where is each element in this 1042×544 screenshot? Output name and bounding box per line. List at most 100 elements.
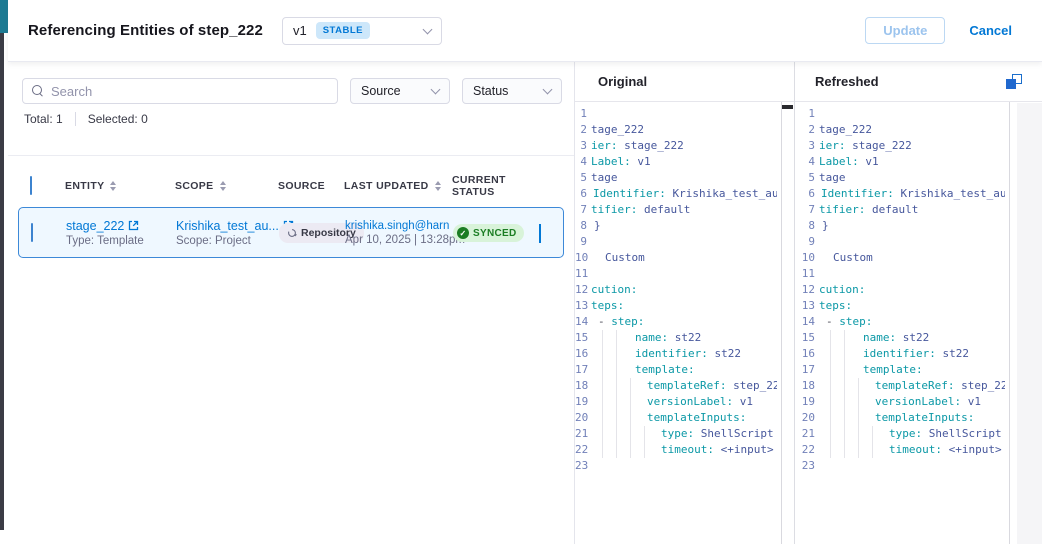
line-content: name: st22 <box>819 330 1005 346</box>
chevron-right-icon[interactable] <box>539 224 541 243</box>
sort-icon <box>220 181 226 191</box>
indent-guide <box>830 410 831 426</box>
code-line: 5tage <box>575 170 794 186</box>
table-row[interactable]: stage_222 Type: Template Krishika_test_a… <box>18 207 564 258</box>
line-number: 18 <box>795 378 819 394</box>
column-header-last-updated[interactable]: LAST UPDATED <box>344 180 452 192</box>
code-line: 14- step: <box>795 314 1042 330</box>
code-line: 2tage_222 <box>795 122 1042 138</box>
line-number: 17 <box>575 362 591 378</box>
line-content: templateRef: step_222 <box>591 378 777 394</box>
code-line: 7tifier: default <box>795 202 1042 218</box>
code-line: 22timeout: <+input> <box>795 442 1042 458</box>
line-number: 8 <box>795 218 819 234</box>
line-number: 18 <box>575 378 591 394</box>
line-content: identifier: st22 <box>591 346 777 362</box>
line-content: tage <box>591 170 777 186</box>
indent-guide <box>630 410 631 426</box>
refreshed-panel-header: Refreshed <box>795 62 1042 102</box>
refreshed-code-editor[interactable]: 12tage_2223ier: stage_2224Label: v15tage… <box>795 102 1042 544</box>
code-line: 5tage <box>795 170 1042 186</box>
line-number: 4 <box>795 154 819 170</box>
column-header-entity[interactable]: ENTITY <box>65 180 175 192</box>
copy-icon[interactable] <box>1006 74 1022 90</box>
line-number: 7 <box>795 202 819 218</box>
indent-guide <box>602 394 603 410</box>
cancel-button[interactable]: Cancel <box>969 23 1012 38</box>
original-code-editor[interactable]: 12tage_2223ier: stage_2224Label: v15tage… <box>575 102 794 544</box>
indent-guide <box>644 442 645 458</box>
stable-badge: STABLE <box>316 22 370 39</box>
line-content: Custom <box>819 250 1005 266</box>
line-content: ier: stage_222 <box>591 138 777 154</box>
referencing-entities-modal: Referencing Entities of step_222 v1 STAB… <box>8 0 1042 544</box>
entity-name-link[interactable]: stage_222 <box>66 219 124 233</box>
indent-guide <box>602 378 603 394</box>
select-all-checkbox[interactable] <box>30 176 32 195</box>
indent-guide <box>830 362 831 378</box>
indent-guide <box>602 362 603 378</box>
source-filter-label: Source <box>361 84 401 98</box>
line-content: teps: <box>819 298 1005 314</box>
code-line: 12cution: <box>575 282 794 298</box>
version-select[interactable]: v1 STABLE <box>282 17 442 45</box>
sort-icon <box>110 181 116 191</box>
code-line: 16identifier: st22 <box>575 346 794 362</box>
line-content: tage_222 <box>591 122 777 138</box>
line-number: 1 <box>795 106 819 122</box>
search-icon <box>32 85 44 97</box>
code-line: 3ier: stage_222 <box>795 138 1042 154</box>
column-header-scope[interactable]: SCOPE <box>175 180 278 192</box>
search-box[interactable] <box>22 78 338 104</box>
code-line: 4Label: v1 <box>795 154 1042 170</box>
code-line: 21type: ShellScript <box>795 426 1042 442</box>
source-filter-dropdown[interactable]: Source <box>350 78 450 104</box>
line-content: type: ShellScript <box>819 426 1005 442</box>
line-content: Custom <box>591 250 777 266</box>
line-number: 17 <box>795 362 819 378</box>
status-filter-dropdown[interactable]: Status <box>462 78 562 104</box>
modal-header: Referencing Entities of step_222 v1 STAB… <box>8 0 1042 62</box>
line-number: 2 <box>795 122 819 138</box>
line-content: Label: v1 <box>591 154 777 170</box>
line-number: 20 <box>575 410 591 426</box>
line-content: cution: <box>591 282 777 298</box>
update-button[interactable]: Update <box>865 17 945 44</box>
indent-guide <box>830 426 831 442</box>
indent-guide <box>616 426 617 442</box>
indent-guide <box>830 442 831 458</box>
indent-guide <box>630 394 631 410</box>
line-number: 14 <box>575 314 591 330</box>
line-content: Identifier: Krishika_test_aut <box>591 186 777 202</box>
editor-border <box>1009 102 1010 544</box>
line-number: 23 <box>575 458 591 474</box>
code-line: 18templateRef: step_222 <box>575 378 794 394</box>
line-content: } <box>819 218 1005 234</box>
indent-guide <box>858 442 859 458</box>
line-content <box>591 458 777 474</box>
original-panel: Original 12tage_2223ier: stage_2224Label… <box>575 62 795 544</box>
indent-guide <box>630 426 631 442</box>
indent-guide <box>616 346 617 362</box>
row-checkbox[interactable] <box>31 223 33 242</box>
scope-name-link[interactable]: Krishika_test_au... <box>176 219 279 233</box>
search-input[interactable] <box>51 84 328 99</box>
horizontal-scrollbar-thumb[interactable] <box>782 105 793 109</box>
code-line: 23 <box>795 458 1042 474</box>
entity-type: Type: Template <box>66 235 176 247</box>
indent-guide <box>616 410 617 426</box>
line-number: 15 <box>575 330 591 346</box>
line-content <box>819 234 1005 250</box>
line-content: - step: <box>591 314 777 330</box>
section-divider <box>8 155 574 156</box>
external-link-icon[interactable] <box>128 220 139 231</box>
status-badge: ✓ SYNCED <box>453 224 524 242</box>
line-content: versionLabel: v1 <box>819 394 1005 410</box>
line-number: 13 <box>575 298 591 314</box>
line-number: 15 <box>795 330 819 346</box>
last-updated-by-link[interactable]: krishika.singh@harnes... <box>345 220 449 232</box>
indent-guide <box>830 346 831 362</box>
line-number: 19 <box>795 394 819 410</box>
indent-guide <box>844 394 845 410</box>
code-line: 4Label: v1 <box>575 154 794 170</box>
